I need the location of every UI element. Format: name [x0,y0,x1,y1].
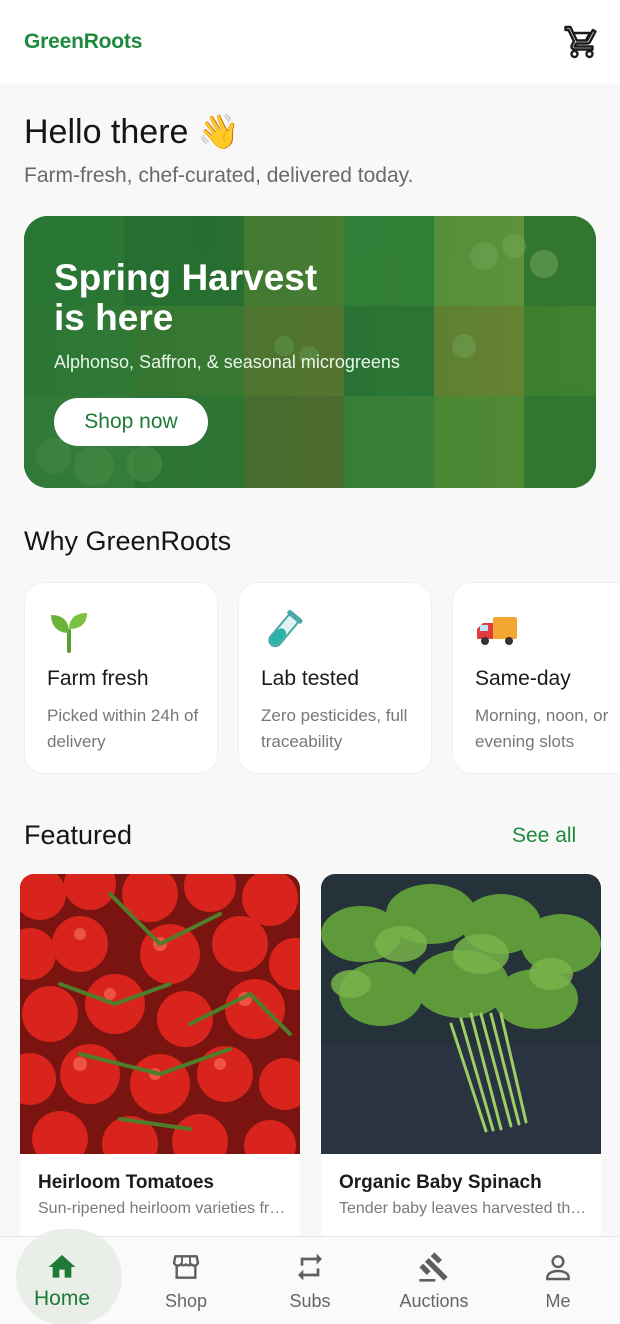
delivery-truck-icon [477,617,517,645]
feature-description: Picked within 24h of delivery [47,706,199,751]
shop-now-button[interactable]: Shop now [54,398,208,446]
greeting-subtitle: Farm-fresh, chef-curated, delivered toda… [24,164,414,187]
hero-title: Spring Harvest is here [54,258,374,338]
feature-card-farm-fresh: Farm fresh Picked within 24h of delivery [24,582,218,774]
feature-description: Zero pesticides, full traceability [261,706,408,751]
nav-item-shop[interactable]: Shop [132,1237,240,1324]
storefront-icon [172,1255,200,1279]
greeting-title: Hello there 👋 [24,113,241,151]
person-icon [546,1255,570,1281]
nav-item-auctions[interactable]: Auctions [380,1237,488,1324]
product-name: Heirloom Tomatoes [38,1172,214,1193]
featured-section-title: Featured [24,820,133,850]
feature-name: Lab tested [261,667,360,690]
nav-label: Auctions [399,1291,469,1311]
home-icon [48,1255,76,1278]
top-app-bar: GreenRoots [0,0,620,84]
nav-label: Home [33,1287,91,1310]
cart-icon[interactable] [564,24,600,60]
feature-card-same-day: Same-day Morning, noon, or evening slots [452,582,620,774]
feature-description: Morning, noon, or evening slots [475,706,609,751]
repeat-icon [298,1253,322,1281]
nav-item-subs[interactable]: Subs [256,1237,364,1324]
feature-name: Farm fresh [47,667,149,690]
nav-label: Subs [289,1291,331,1311]
hero-banner[interactable]: Spring Harvest is here Alphonso, Saffron… [24,216,596,488]
nav-label: Me [545,1291,571,1311]
see-all-link[interactable]: See all [512,824,576,848]
bottom-navigation: Home Shop Subs Auctions Me [0,1229,620,1324]
nav-item-me[interactable]: Me [504,1237,612,1324]
feature-card-lab-tested: Lab tested Zero pesticides, full traceab… [238,582,432,774]
hero-subtitle: Alphonso, Saffron, & seasonal microgreen… [54,352,400,372]
hero-title-line-2: is here [54,297,174,338]
product-description: Tender baby leaves harvested this mornin… [339,1200,587,1217]
gavel-icon [419,1252,448,1282]
brand-logo[interactable]: GreenRoots [24,30,142,54]
spinach-image [321,874,601,1154]
tomatoes-image [20,874,300,1154]
hero-title-line-1: Spring Harvest [54,257,318,298]
why-section-title: Why GreenRoots [24,526,232,556]
product-description: Sun-ripened heirloom varieties from loca… [38,1200,286,1217]
test-tube-icon [268,609,303,648]
product-card-heirloom-tomatoes[interactable]: Heirloom Tomatoes Sun-ripened heirloom v… [20,874,300,1244]
product-name: Organic Baby Spinach [339,1172,542,1193]
product-card-organic-baby-spinach[interactable]: Organic Baby Spinach Tender baby leaves … [321,874,601,1244]
seedling-icon [51,613,87,653]
feature-name: Same-day [475,667,571,690]
nav-label: Shop [164,1291,208,1311]
nav-item-home[interactable]: Home [8,1229,122,1324]
